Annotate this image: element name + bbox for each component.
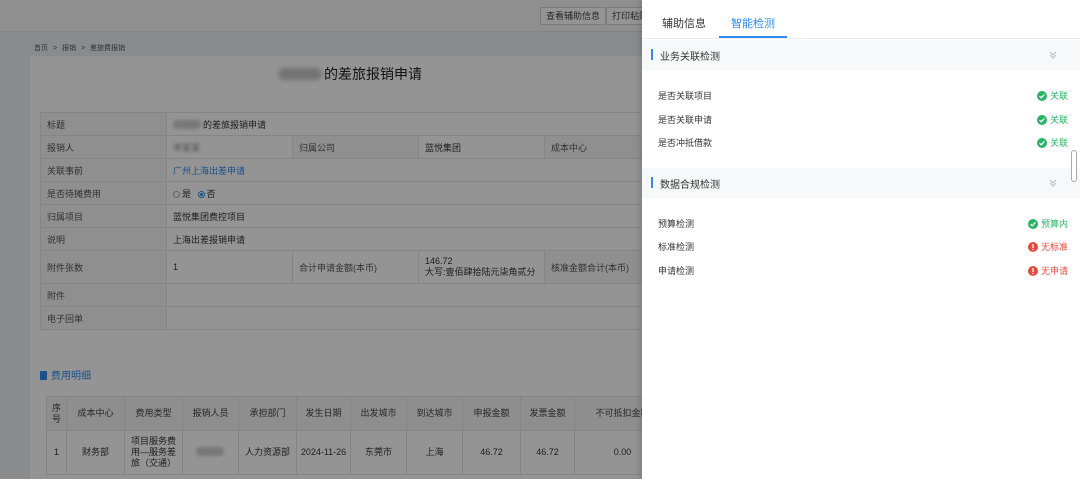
check-item-budget: 预算检测 [658, 219, 695, 229]
status-badge: 无标准 [1027, 240, 1068, 253]
check-circle-icon [1027, 219, 1038, 229]
tab-aux-info[interactable]: 辅助信息 [662, 15, 706, 31]
check-item-standard: 标准检测 [658, 242, 695, 252]
check-circle-icon [1036, 91, 1047, 101]
group-business-relation[interactable]: 业务关联检测 [642, 40, 1080, 70]
group-title: 数据合规检测 [660, 180, 720, 191]
check-circle-icon [1036, 115, 1047, 125]
check-circle-icon [1036, 138, 1047, 148]
check-item-loan: 是否冲抵借款 [658, 138, 713, 148]
check-item-project: 是否关联项目 [658, 91, 713, 101]
status-badge: 关联 [1036, 89, 1068, 102]
exclamation-circle-icon [1027, 242, 1038, 252]
detection-drawer: 辅助信息 智能检测 业务关联检测 是否关联项目 关联 是否关联申请 关联 是否冲… [642, 0, 1080, 479]
group-data-compliance[interactable]: 数据合规检测 [642, 168, 1080, 198]
tab-divider [642, 38, 1080, 39]
chevron-double-down-icon[interactable] [1048, 178, 1058, 188]
status-badge: 关联 [1036, 113, 1068, 126]
status-badge: 无申请 [1027, 264, 1068, 277]
exclamation-circle-icon [1027, 266, 1038, 276]
status-badge: 预算内 [1027, 217, 1068, 230]
tab-smart-detection[interactable]: 智能检测 [731, 15, 775, 31]
status-badge: 关联 [1036, 136, 1068, 149]
check-item-application-check: 申请检测 [658, 266, 695, 276]
modal-overlay[interactable] [0, 0, 642, 479]
group-accent-bar [651, 49, 653, 60]
chevron-double-down-icon[interactable] [1048, 50, 1058, 60]
group-title: 业务关联检测 [660, 52, 720, 63]
group-accent-bar [651, 177, 653, 188]
scrollbar-thumb[interactable] [1071, 150, 1077, 182]
check-item-application: 是否关联申请 [658, 115, 713, 125]
